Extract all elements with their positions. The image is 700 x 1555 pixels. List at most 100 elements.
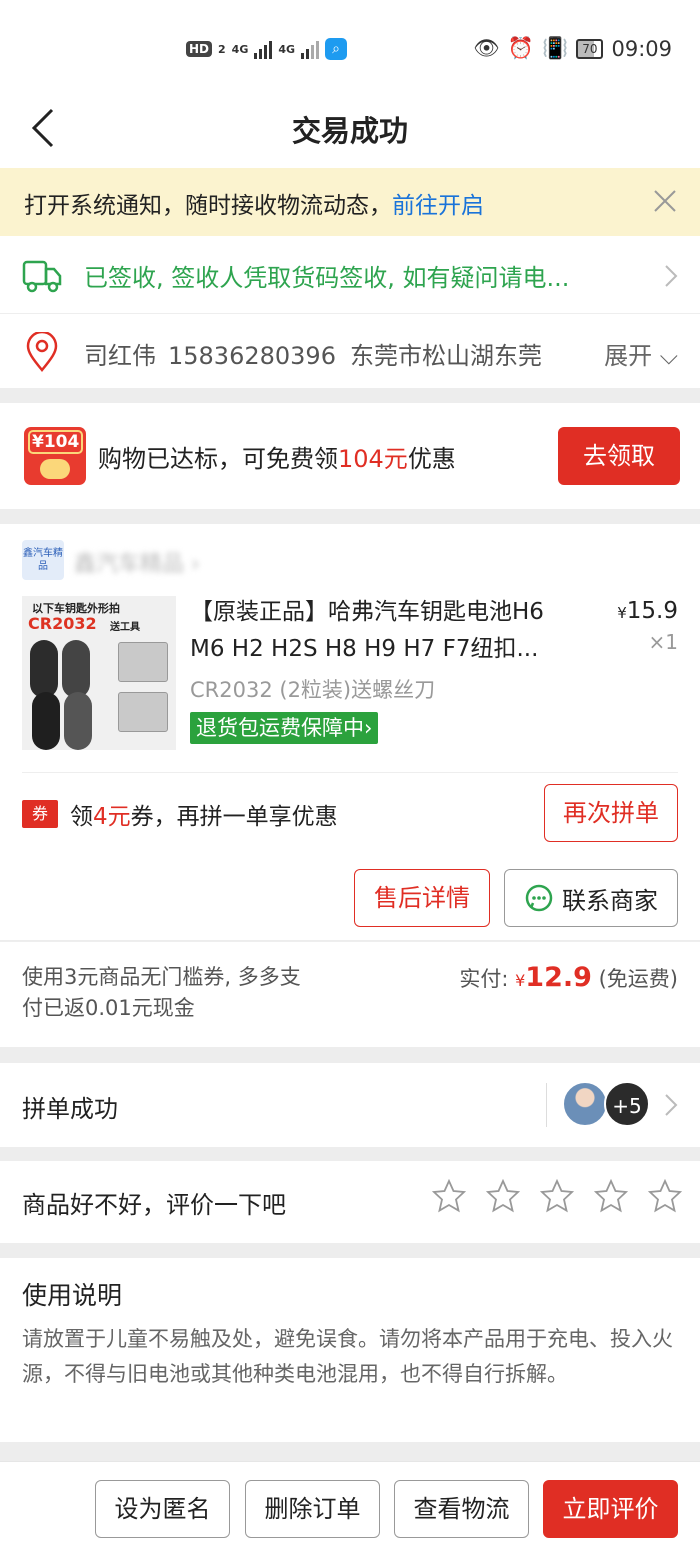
hd-label: HD bbox=[189, 42, 210, 56]
payment-note: 使用3元商品无门槛券, 多多支付已返0.01元现金 bbox=[22, 965, 301, 1020]
address-text: 司红伟 15836280396 东莞市松山湖东莞 bbox=[84, 336, 584, 371]
price-value: 15.9 bbox=[626, 598, 678, 624]
star-icon[interactable] bbox=[648, 1179, 682, 1213]
signal-icon bbox=[301, 39, 320, 59]
address-row[interactable]: 司红伟 15836280396 东莞市松山湖东莞 展开 ⌵ bbox=[0, 314, 700, 388]
paid-currency: ¥ bbox=[515, 971, 526, 990]
network-type-2: 4G bbox=[278, 42, 296, 56]
bottom-action-bar: 设为匿名 删除订单 查看物流 立即评价 bbox=[0, 1461, 700, 1555]
contact-seller-label: 联系商家 bbox=[562, 886, 658, 915]
page-title: 交易成功 bbox=[291, 114, 408, 148]
notification-banner: 打开系统通知，随时接收物流动态，前往开启 bbox=[0, 168, 700, 236]
logistics-card: 已签收, 签收人凭取货码签收, 如有疑问请电... 司红伟 15836280396… bbox=[0, 236, 700, 388]
image-tool-label: 送工具 bbox=[110, 622, 140, 633]
key-fob-shape bbox=[64, 692, 92, 750]
expand-label: 展开 bbox=[604, 342, 653, 370]
usage-instructions: 使用说明 请放置于儿童不易触及处，避免误食。请勿将本产品用于充电、投入火源，不得… bbox=[0, 1258, 700, 1442]
coin-cell-shape bbox=[118, 692, 168, 732]
clock: 09:09 bbox=[611, 36, 672, 61]
coin-cell-shape bbox=[118, 642, 168, 682]
star-icon[interactable] bbox=[594, 1179, 628, 1213]
key-fob-shape bbox=[30, 640, 58, 698]
recipient-name: 司红伟 bbox=[84, 342, 156, 370]
regroup-text-pre: 领 bbox=[70, 804, 93, 830]
logistics-status-text: 已签收, 签收人凭取货码签收, 如有疑问请电... bbox=[84, 264, 570, 292]
delete-order-button[interactable]: 删除订单 bbox=[245, 1480, 380, 1538]
after-sale-button[interactable]: 售后详情 bbox=[354, 869, 490, 927]
product-spec: CR2032 (2粒装)送螺丝刀 bbox=[190, 678, 436, 702]
chevron-right-icon bbox=[665, 1094, 678, 1116]
divider bbox=[22, 772, 678, 773]
paid-label: 实付: bbox=[459, 967, 509, 991]
regroup-button[interactable]: 再次拼单 bbox=[544, 784, 678, 842]
claim-coupon-button[interactable]: 去领取 bbox=[558, 427, 680, 485]
more-members-avatar: +5 bbox=[604, 1081, 650, 1127]
eye-icon: 👁 bbox=[473, 36, 500, 60]
regroup-amount: 4元 bbox=[93, 804, 131, 830]
hd-icon: HD bbox=[186, 41, 213, 57]
recipient-address: 东莞市松山湖东莞 bbox=[349, 342, 542, 370]
hd-sub: 2 bbox=[218, 42, 226, 56]
coupon-badge: 券 bbox=[22, 800, 58, 828]
chat-icon bbox=[525, 884, 553, 912]
nav-bar: 交易成功 bbox=[0, 88, 700, 168]
signal-icon bbox=[254, 39, 273, 59]
star-icon[interactable] bbox=[432, 1179, 466, 1213]
product-title[interactable]: 【原装正品】哈弗汽车钥匙电池H6 M6 H2 H2S H8 H9 H7 F7纽扣… bbox=[190, 594, 585, 668]
image-model: CR2032 bbox=[28, 614, 97, 633]
star-icon[interactable] bbox=[540, 1179, 574, 1213]
close-icon[interactable] bbox=[652, 188, 678, 214]
alarm-icon: ⏰ bbox=[507, 36, 535, 60]
truck-icon bbox=[22, 260, 62, 293]
product-quantity: ×1 bbox=[648, 630, 678, 654]
star-icon[interactable] bbox=[486, 1179, 520, 1213]
price-symbol: ¥ bbox=[617, 604, 627, 622]
shop-logo[interactable]: 鑫汽车精品 bbox=[22, 540, 64, 580]
status-icons-left: HD 2 4G 4G ⌕ bbox=[186, 38, 348, 60]
group-success-title: 拼单成功 bbox=[22, 1095, 118, 1123]
chevron-down-icon: ⌵ bbox=[652, 342, 678, 370]
contact-seller-button[interactable]: 联系商家 bbox=[504, 869, 678, 927]
order-card: 鑫汽车精品 鑫汽车精品 › 以下车钥匙外形拍 CR2032 送工具 【原装正品】… bbox=[0, 524, 700, 940]
payment-total: 实付: ¥12.9 (免运费) bbox=[459, 962, 678, 993]
return-shipping-guarantee-tag[interactable]: 退货包运费保障中› bbox=[190, 712, 379, 744]
set-anonymous-button[interactable]: 设为匿名 bbox=[95, 1480, 230, 1538]
review-prompt-text: 商品好不好，评价一下吧 bbox=[22, 1191, 286, 1219]
battery-icon: 70 bbox=[576, 38, 604, 59]
group-success-row[interactable]: 拼单成功 +5 bbox=[0, 1063, 700, 1147]
coupon-text-post: 优惠 bbox=[407, 445, 456, 473]
shop-name[interactable]: 鑫汽车精品 › bbox=[74, 546, 200, 578]
enable-notification-link[interactable]: 前往开启 bbox=[392, 193, 484, 219]
product-price: ¥15.9 bbox=[617, 598, 678, 624]
paid-amount: 12.9 bbox=[525, 962, 592, 993]
vibrate-icon: 📳 bbox=[542, 36, 569, 60]
logistics-status-row[interactable]: 已签收, 签收人凭取货码签收, 如有疑问请电... bbox=[0, 236, 700, 314]
shipping-note: (免运费) bbox=[598, 967, 678, 991]
key-fob-shape bbox=[32, 692, 60, 750]
review-prompt: 商品好不好，评价一下吧 bbox=[0, 1161, 700, 1243]
recipient-phone: 15836280396 bbox=[168, 342, 336, 370]
avatar bbox=[562, 1081, 608, 1127]
payment-summary: 使用3元商品无门槛券, 多多支付已返0.01元现金 实付: ¥12.9 (免运费… bbox=[0, 941, 700, 1047]
usage-title: 使用说明 bbox=[22, 1281, 123, 1310]
review-now-button[interactable]: 立即评价 bbox=[543, 1480, 678, 1538]
coupon-text: 购物已达标，可免费领104元优惠 bbox=[98, 439, 456, 474]
status-bar: HD 2 4G 4G ⌕ 👁 ⏰ 📳 70 09:09 bbox=[0, 0, 700, 88]
coupon-text-pre: 购物已达标，可免费领 bbox=[98, 445, 338, 473]
status-icons-right: 👁 ⏰ 📳 70 09:09 bbox=[473, 36, 672, 61]
red-packet-amount: ¥104 bbox=[28, 430, 84, 454]
expand-address-button[interactable]: 展开 ⌵ bbox=[584, 336, 678, 371]
product-image[interactable]: 以下车钥匙外形拍 CR2032 送工具 bbox=[22, 596, 176, 750]
view-logistics-button[interactable]: 查看物流 bbox=[394, 1480, 529, 1538]
coupon-card: ¥104 购物已达标，可免费领104元优惠 去领取 bbox=[0, 403, 700, 509]
chevron-right-icon bbox=[665, 265, 678, 287]
search-app-icon: ⌕ bbox=[325, 38, 348, 60]
key-fob-shape bbox=[62, 640, 90, 698]
regroup-promo-text: 领4元券，再拼一单享优惠 bbox=[70, 797, 338, 831]
coupon-amount: 104元 bbox=[338, 445, 408, 473]
usage-body: 请放置于儿童不易触及处，避免误食。请勿将本产品用于充电、投入火源，不得与旧电池或… bbox=[22, 1327, 673, 1386]
notice-message: 打开系统通知，随时接收物流动态， bbox=[24, 193, 392, 219]
regroup-text-post: 券，再拼一单享优惠 bbox=[130, 804, 338, 830]
star-rating bbox=[432, 1179, 682, 1213]
notice-text: 打开系统通知，随时接收物流动态，前往开启 bbox=[24, 186, 484, 220]
